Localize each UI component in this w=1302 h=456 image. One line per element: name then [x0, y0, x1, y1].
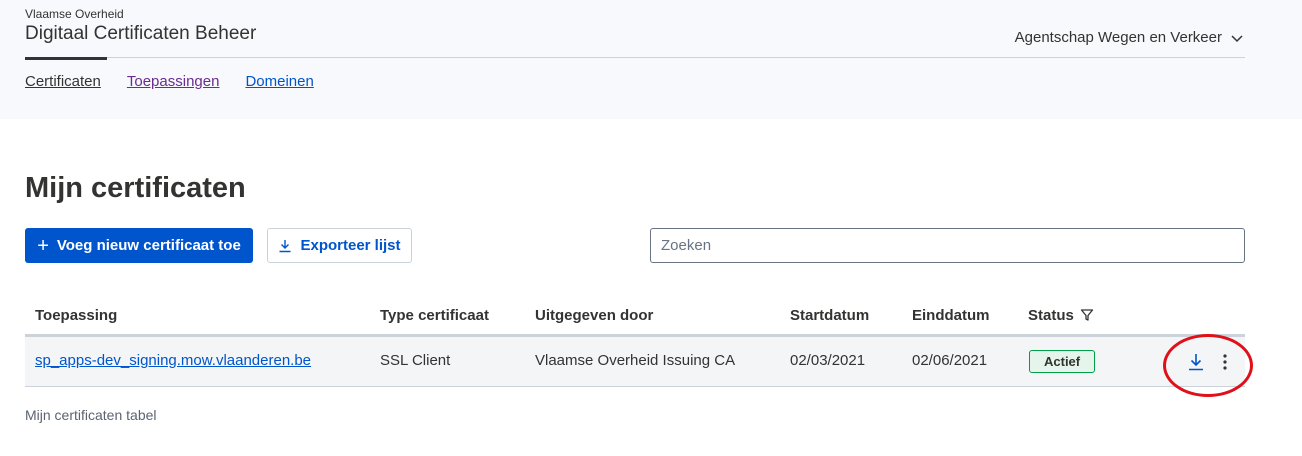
- plus-icon: +: [37, 234, 49, 257]
- toepassing-link[interactable]: sp_apps-dev_signing.mow.vlaanderen.be: [35, 352, 311, 369]
- column-header-status-label: Status: [1028, 307, 1074, 324]
- column-header-status[interactable]: Status: [1028, 307, 1094, 324]
- table-caption: Mijn certificaten tabel: [25, 407, 157, 423]
- cell-toepassing: sp_apps-dev_signing.mow.vlaanderen.be: [35, 352, 311, 369]
- agency-label: Agentschap Wegen en Verkeer: [1014, 29, 1222, 46]
- table-header: Toepassing Type certificaat Uitgegeven d…: [25, 296, 1245, 337]
- table-row: sp_apps-dev_signing.mow.vlaanderen.be SS…: [25, 337, 1245, 387]
- column-header-type[interactable]: Type certificaat: [380, 307, 489, 324]
- cell-einddatum: 02/06/2021: [912, 352, 988, 369]
- certificates-table: Toepassing Type certificaat Uitgegeven d…: [25, 296, 1245, 387]
- organization-label: Vlaamse Overheid: [25, 7, 124, 21]
- status-badge: Actief: [1029, 350, 1096, 373]
- agency-selector[interactable]: Agentschap Wegen en Verkeer: [1015, 29, 1244, 46]
- column-header-toepassing[interactable]: Toepassing: [35, 307, 117, 324]
- column-header-einddatum[interactable]: Einddatum: [912, 307, 990, 324]
- nav-item-certificaten[interactable]: Certificaten: [25, 73, 101, 90]
- cell-startdatum: 02/03/2021: [790, 352, 866, 369]
- column-header-uitgegeven-door[interactable]: Uitgegeven door: [535, 307, 653, 324]
- main-nav: Certificaten Toepassingen Domeinen: [25, 73, 314, 90]
- nav-item-domeinen[interactable]: Domeinen: [245, 73, 313, 90]
- app-title[interactable]: Digitaal Certificaten Beheer: [25, 23, 256, 45]
- export-list-button[interactable]: Exporteer lijst: [267, 228, 412, 263]
- page-title: Mijn certificaten: [25, 172, 246, 204]
- column-header-startdatum[interactable]: Startdatum: [790, 307, 869, 324]
- add-certificate-button[interactable]: + Voeg nieuw certificaat toe: [25, 228, 253, 263]
- filter-icon[interactable]: [1080, 308, 1094, 322]
- nav-item-toepassingen[interactable]: Toepassingen: [127, 73, 220, 90]
- annotation-circle: [1163, 334, 1253, 397]
- chevron-down-icon: [1231, 34, 1243, 42]
- header-divider: [107, 57, 1245, 58]
- search-input[interactable]: [650, 228, 1245, 263]
- app-title-underline: [25, 57, 107, 60]
- cell-type: SSL Client: [380, 352, 451, 369]
- add-certificate-label: Voeg nieuw certificaat toe: [56, 237, 241, 254]
- download-icon: [279, 239, 291, 252]
- export-list-label: Exporteer lijst: [300, 237, 401, 254]
- header-section: Vlaamse Overheid Digitaal Certificaten B…: [0, 0, 1302, 119]
- cell-uitgegeven-door: Vlaamse Overheid Issuing CA: [535, 352, 736, 369]
